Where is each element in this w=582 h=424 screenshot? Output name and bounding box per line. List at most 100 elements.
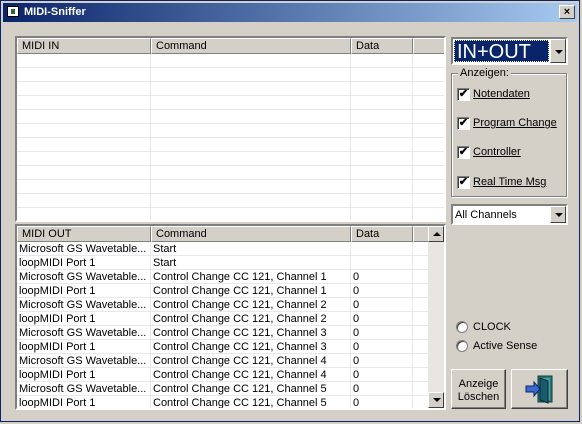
table-cell: 0 [353,271,360,283]
gridline [17,193,444,194]
table-cell: 0 [353,299,360,311]
table-cell: Control Change CC 121, Channel 2 [153,313,327,325]
mode-select[interactable]: IN+OUT [451,37,568,65]
table-cell: Microsoft GS Wavetable... [19,355,147,367]
gridline [17,109,444,110]
exit-button[interactable] [511,369,568,409]
midi-in-list[interactable]: MIDI IN Command Data [15,36,446,222]
checkbox-label: Real Time Msg [473,176,547,188]
table-row[interactable]: loopMIDI Port 1 Start [17,256,429,270]
display-options-legend: Anzeigen: [458,67,511,79]
exit-door-icon [525,375,553,404]
gridline [17,137,444,138]
midi-out-list[interactable]: MIDI OUT Command Data Microsoft GS Wavet… [15,224,446,410]
clear-display-button[interactable]: Anzeige Löschen [451,369,506,409]
table-cell: Microsoft GS Wavetable... [19,327,147,339]
table-cell: loopMIDI Port 1 [19,313,96,325]
table-cell: loopMIDI Port 1 [19,285,96,297]
table-row[interactable]: Microsoft GS Wavetable... Control Change … [17,298,429,312]
check-icon: ✔ [457,176,470,189]
table-cell: Control Change CC 121, Channel 1 [153,271,327,283]
radio-label: CLOCK [473,321,511,333]
table-cell: loopMIDI Port 1 [19,369,96,381]
table-cell: Microsoft GS Wavetable... [19,299,147,311]
channel-select[interactable]: All Channels [451,204,568,225]
table-cell: loopMIDI Port 1 [19,397,96,409]
checkbox-label: Program Change [473,117,557,129]
table-cell: Control Change CC 121, Channel 1 [153,285,327,297]
table-cell: Control Change CC 121, Channel 4 [153,355,327,367]
clear-button-line2: Löschen [457,391,500,403]
table-cell: Start [153,257,177,269]
table-row[interactable]: loopMIDI Port 1 Control Change CC 121, Ch… [17,284,429,298]
app-icon [7,6,19,17]
check-icon: ✔ [457,117,470,130]
midi-out-body: Microsoft GS Wavetable... Start loopMIDI P… [17,242,429,410]
table-cell: 0 [353,327,360,339]
table-row[interactable]: loopMIDI Port 1 Control Change CC 121, Ch… [17,368,429,382]
title-bar[interactable]: MIDI-Sniffer × [3,3,577,22]
table-cell: Microsoft GS Wavetable... [19,271,147,283]
table-row[interactable]: Microsoft GS Wavetable... Start [17,242,429,256]
window-title: MIDI-Sniffer [24,6,86,18]
channel-select-dropdown[interactable] [550,206,566,223]
midi-out-header: MIDI OUT Command Data [17,226,429,242]
table-cell [351,242,413,256]
col-data[interactable]: Data [351,226,413,242]
col-command[interactable]: Command [151,226,351,242]
table-cell: 0 [353,341,360,353]
table-row[interactable]: loopMIDI Port 1 Control Change CC 121, Ch… [17,396,429,409]
scroll-up-button[interactable] [428,226,444,242]
col-command[interactable]: Command [151,38,351,54]
arrow-down-icon [433,398,441,402]
table-cell: loopMIDI Port 1 [19,341,96,353]
table-cell: 0 [353,355,360,367]
mode-select-dropdown[interactable] [550,39,566,63]
table-cell: loopMIDI Port 1 [19,257,96,269]
col-filler [413,226,429,242]
gridline [17,67,444,68]
gridline [350,54,351,220]
table-row[interactable]: loopMIDI Port 1 Control Change CC 121, Ch… [17,340,429,354]
table-cell: 0 [353,313,360,325]
gridline [17,409,429,410]
col-filler [413,38,444,54]
table-row[interactable]: Microsoft GS Wavetable... Control Change … [17,382,429,396]
table-cell: Control Change CC 121, Channel 2 [153,299,327,311]
table-cell: 0 [353,397,360,409]
gridline [17,207,444,208]
table-cell: Control Change CC 121, Channel 4 [153,369,327,381]
table-cell: Microsoft GS Wavetable... [19,383,147,395]
checkbox-label: Controller [473,146,521,158]
col-midi-out[interactable]: MIDI OUT [17,226,151,242]
col-data[interactable]: Data [351,38,413,54]
gridline [17,221,444,222]
table-row[interactable]: Microsoft GS Wavetable... Control Change … [17,270,429,284]
table-cell: Microsoft GS Wavetable... [19,243,147,255]
scroll-down-button[interactable] [428,392,444,408]
checkbox-label: Notendaten [473,88,530,100]
chevron-down-icon [555,50,563,54]
table-cell: 0 [353,285,360,297]
check-icon: ✔ [457,88,470,101]
arrow-up-icon [433,232,441,236]
table-cell: Control Change CC 121, Channel 5 [153,383,327,395]
gridline [17,151,444,152]
table-cell [351,256,413,270]
radio-button [456,340,468,352]
chevron-down-icon [555,213,563,217]
gridline [17,123,444,124]
midi-out-scrollbar[interactable] [428,226,444,408]
radio-label: Active Sense [473,340,538,352]
table-row[interactable]: Microsoft GS Wavetable... Control Change … [17,326,429,340]
table-row[interactable]: Microsoft GS Wavetable... Control Change … [17,354,429,368]
gridline [17,179,444,180]
table-row[interactable]: loopMIDI Port 1 Control Change CC 121, Ch… [17,312,429,326]
table-cell: Start [153,243,177,255]
table-cell: Control Change CC 121, Channel 3 [153,327,327,339]
col-midi-in[interactable]: MIDI IN [17,38,151,54]
display-options-group: Anzeigen: ✔ Notendaten ✔ Program Change … [451,67,567,197]
gridline [412,54,413,220]
midi-in-header: MIDI IN Command Data [17,38,444,54]
close-button[interactable]: × [559,5,575,19]
